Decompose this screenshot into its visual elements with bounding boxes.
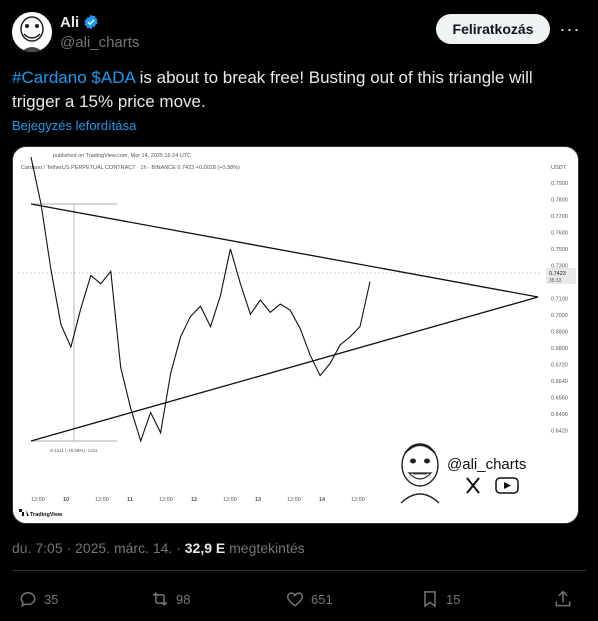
bookmark-count: 15 <box>446 591 461 607</box>
triangle-upper-line <box>30 203 539 298</box>
author-name[interactable]: Ali <box>60 14 79 31</box>
x-tick-label: 12:00 <box>351 497 365 503</box>
y-tick-label: 0.6720 <box>551 363 568 369</box>
y-tick-label: 0.6640 <box>551 379 568 385</box>
x-logo-icon <box>466 477 480 494</box>
reply-icon <box>20 591 36 608</box>
y-tick-label: 0.6420 <box>551 429 568 435</box>
heart-icon <box>286 592 304 607</box>
share-button[interactable] <box>553 582 579 616</box>
y-tick-label: 0.7600 <box>551 231 568 237</box>
repost-count: 98 <box>176 591 191 607</box>
y-tick-label: 0.6490 <box>551 412 568 418</box>
bookmark-icon <box>424 591 436 608</box>
verified-badge-icon <box>84 14 98 30</box>
x-tick-label: 12:00 <box>95 497 109 503</box>
watermark-handle: @ali_charts <box>447 456 526 473</box>
currency-label: USDT <box>551 165 567 171</box>
watermark-mascot <box>400 443 440 504</box>
views-count: 32,9 E <box>184 540 226 556</box>
measure-label: -0.1211 (-15.59%) -1211 <box>49 448 98 453</box>
x-tick-label: 14 <box>319 497 326 503</box>
triangle-lower-line <box>30 296 539 442</box>
symbol-line: Cardano / TetherUS PERPETUAL CONTRACT · … <box>21 165 240 171</box>
share-icon <box>555 590 571 607</box>
avatar[interactable] <box>12 12 52 52</box>
plot-area <box>30 156 539 443</box>
post-time[interactable]: du. 7:05 · 2025. márc. 14. · <box>12 540 185 556</box>
bookmark-button[interactable]: 15 <box>420 582 460 616</box>
hashtag-link[interactable]: #Cardano <box>12 68 87 87</box>
tweet-text: #Cardano $ADA is about to break free! Bu… <box>12 66 582 114</box>
reply-count: 35 <box>44 591 59 607</box>
action-bar: 35 98 651 15 <box>0 582 598 616</box>
y-tick-label: 0.7800 <box>551 198 568 204</box>
avatar-face-icon <box>12 12 52 52</box>
published-note: published on TradingView.com, Mar 14, 20… <box>53 153 191 159</box>
y-tick-label: 0.6560 <box>551 396 568 402</box>
x-tick-label: 13 <box>255 497 261 503</box>
like-count: 651 <box>311 591 333 607</box>
cashtag-link[interactable]: $ADA <box>91 68 134 87</box>
tradingview-logo: TradingView <box>19 509 63 518</box>
translate-link[interactable]: Bejegyzés lefordítása <box>12 118 136 133</box>
y-tick-label: 0.7500 <box>551 247 568 253</box>
price-chart: published on TradingView.com, Mar 14, 20… <box>18 153 576 518</box>
x-tick-label: 12 <box>191 497 197 503</box>
y-tick-label: 0.7900 <box>551 181 568 187</box>
price-line <box>30 156 371 443</box>
x-tick-label: 12:00 <box>31 497 45 503</box>
y-axis: 0.79000.78000.77000.76000.75000.73000.72… <box>551 181 568 435</box>
y-tick-label: 0.6900 <box>551 330 568 336</box>
tradingview-text: TradingView <box>30 512 63 518</box>
reply-button[interactable]: 35 <box>18 582 58 616</box>
y-tick-label: 0.7700 <box>551 214 568 220</box>
follow-button[interactable]: Feliratkozás <box>436 14 550 44</box>
y-tick-label: 0.7000 <box>551 313 568 319</box>
price-tag-sub: 35:12 <box>549 278 562 284</box>
x-tick-label: 12:00 <box>159 497 173 503</box>
more-dots-icon[interactable]: ··· <box>560 14 580 44</box>
divider <box>12 570 586 571</box>
chart-image[interactable]: published on TradingView.com, Mar 14, 20… <box>12 146 579 524</box>
repost-button[interactable]: 98 <box>150 582 190 616</box>
y-tick-label: 0.7100 <box>551 297 568 303</box>
views-label: megtekintés <box>225 540 305 556</box>
x-axis: 12:00 10 12:00 11 12:00 12 12:00 13 12:00 14 12:00 <box>31 497 365 503</box>
x-tick-label: 12:00 <box>223 497 237 503</box>
y-tick-label: 0.6800 <box>551 346 568 352</box>
x-tick-label: 11 <box>127 497 133 503</box>
youtube-logo-icon <box>495 477 519 494</box>
author-handle[interactable]: @ali_charts <box>60 34 139 51</box>
x-tick-label: 10 <box>63 497 69 503</box>
repost-icon <box>152 592 168 606</box>
like-button[interactable]: 651 <box>285 582 333 616</box>
x-tick-label: 12:00 <box>287 497 301 503</box>
post-meta: du. 7:05 · 2025. márc. 14. · 32,9 E megt… <box>12 540 305 556</box>
price-tag-value: 0.7423 <box>549 271 566 277</box>
